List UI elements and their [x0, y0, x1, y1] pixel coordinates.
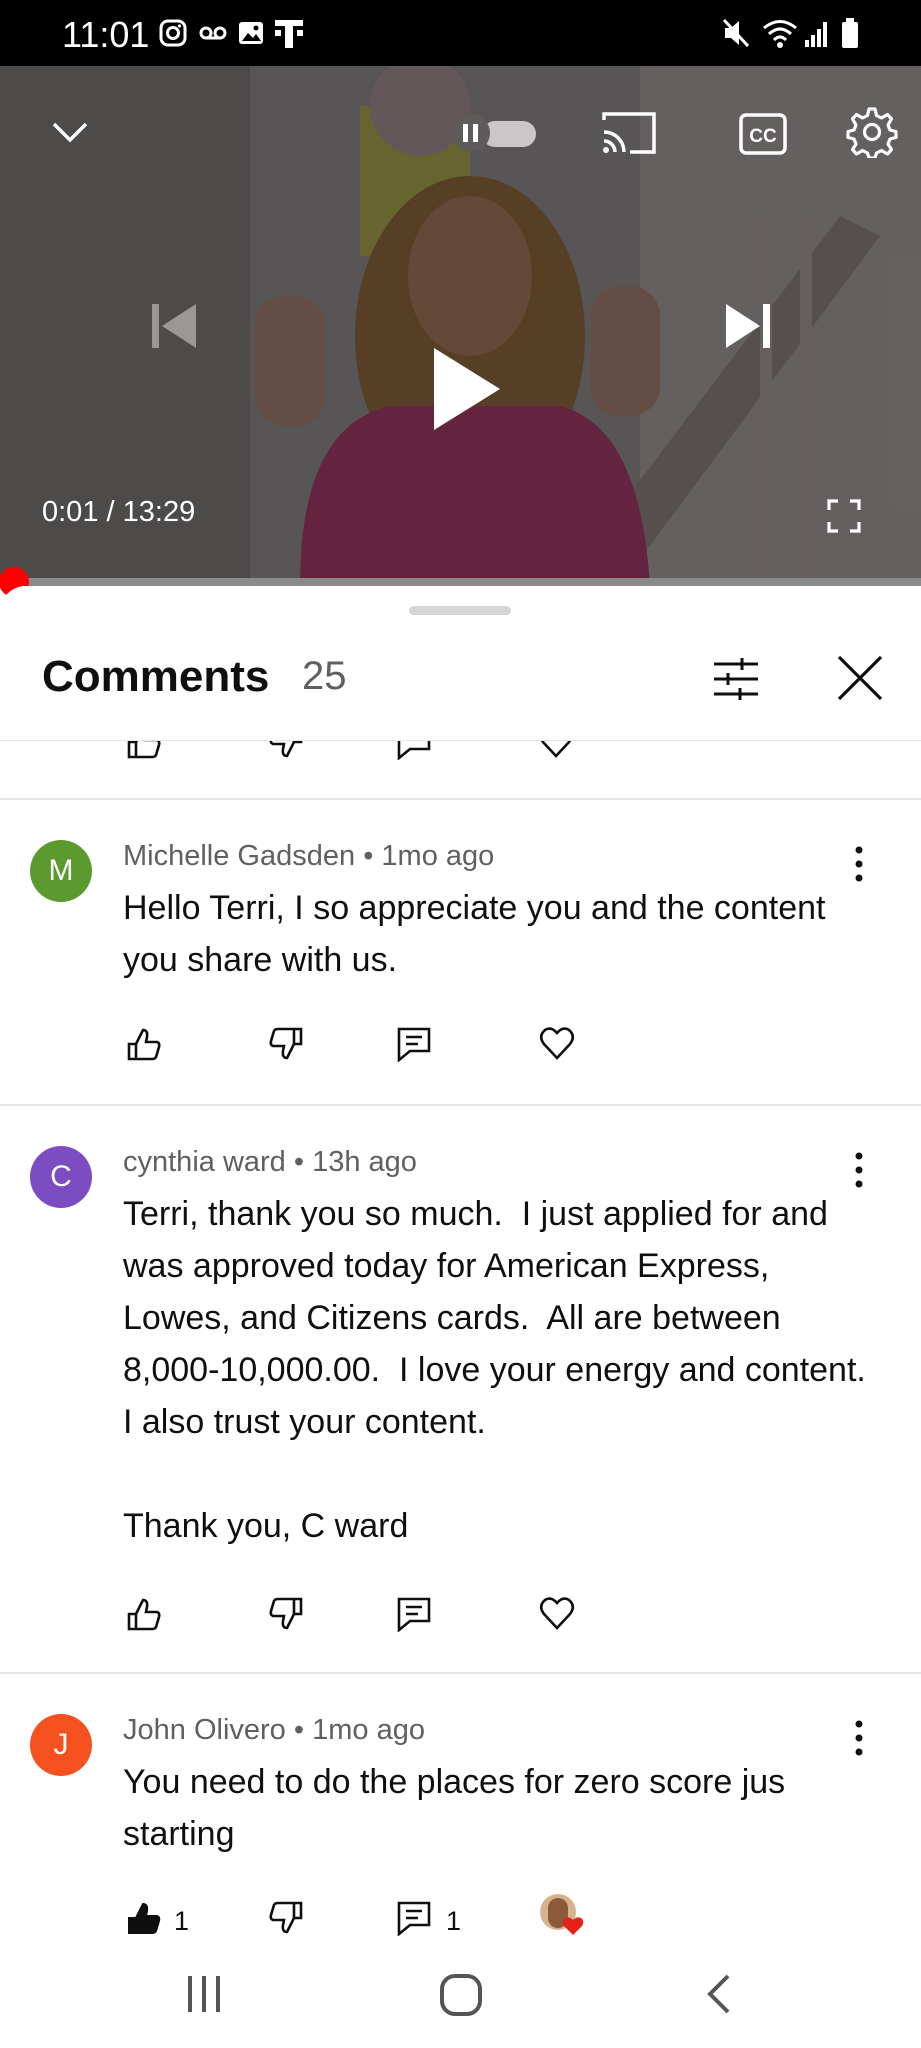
previous-icon[interactable] [148, 300, 200, 352]
system-nav-bar [0, 1962, 921, 2048]
like-count: 1 [174, 1906, 190, 1936]
comment-meta: Michelle Gadsden • 1mo ago [123, 840, 494, 873]
duration: 13:29 [122, 496, 196, 528]
pause-icon [463, 124, 478, 142]
comment-age: 1mo ago [381, 840, 495, 872]
comment-meta: cynthia ward • 13h ago [123, 1146, 417, 1179]
comment-author[interactable]: Michelle Gadsden [123, 840, 355, 872]
captions-icon[interactable]: CC [738, 112, 788, 156]
comment-text: Hello Terri, I so appreciate you and the… [123, 889, 835, 979]
like-icon[interactable] [126, 1026, 162, 1062]
comments-header: Comments 25 [0, 586, 921, 741]
video-player[interactable]: CC 0:01 / 13:29 [0, 66, 921, 586]
comment-text: Terri, thank you so much. I just applied… [123, 1195, 866, 1545]
meta-separator: • [285, 1146, 313, 1178]
back-icon[interactable] [700, 1972, 740, 2016]
battery-icon [842, 18, 858, 48]
previous-comment-actions [0, 725, 921, 798]
avatar[interactable]: M [30, 840, 92, 902]
fullscreen-icon[interactable] [826, 498, 862, 534]
wifi-icon [763, 20, 797, 48]
like-icon[interactable] [126, 1596, 162, 1632]
dislike-icon[interactable] [268, 1596, 304, 1632]
comments-count: 25 [302, 654, 347, 698]
instagram-icon [159, 19, 187, 47]
status-bar: 11:01 [0, 0, 921, 66]
play-icon[interactable] [430, 346, 504, 432]
minimize-chevron-icon[interactable] [48, 116, 92, 148]
heart-icon[interactable] [538, 1596, 576, 1632]
filter-sliders-icon[interactable] [712, 656, 760, 702]
comment-age: 13h ago [312, 1146, 417, 1178]
autoplay-toggle[interactable] [452, 114, 538, 152]
comment-author[interactable]: cynthia ward [123, 1146, 286, 1178]
heart-icon[interactable] [538, 1026, 576, 1062]
comment-item: C cynthia ward • 13h ago Terri, thank yo… [0, 1106, 921, 1672]
mute-icon [722, 18, 750, 48]
like-filled-icon[interactable] [126, 1900, 162, 1936]
comment-meta: John Olivero • 1mo ago [123, 1714, 425, 1747]
signal-icon [805, 22, 827, 47]
more-options-icon[interactable] [846, 1718, 872, 1758]
comment-text: You need to do the places for zero score… [123, 1763, 795, 1853]
avatar[interactable]: J [30, 1714, 92, 1776]
reply-icon[interactable] [396, 1596, 432, 1632]
comment-item: J John Olivero • 1mo ago You need to do … [0, 1674, 921, 1962]
comment-age: 1mo ago [312, 1714, 425, 1746]
next-icon[interactable] [722, 300, 774, 352]
more-options-icon[interactable] [846, 844, 872, 884]
time-separator: / [98, 496, 123, 528]
reply-icon[interactable] [396, 1026, 432, 1062]
dislike-icon[interactable] [268, 1900, 304, 1936]
current-time: 0:01 [42, 496, 99, 528]
comment-author[interactable]: John Olivero [123, 1714, 286, 1746]
dislike-icon[interactable] [268, 1026, 304, 1062]
close-icon[interactable] [836, 654, 884, 702]
voicemail-icon [199, 26, 227, 40]
drag-handle[interactable] [409, 606, 511, 615]
svg-text:CC: CC [749, 126, 777, 147]
meta-separator: • [355, 840, 382, 872]
creator-heart-icon [562, 1917, 584, 1935]
settings-gear-icon[interactable] [846, 106, 898, 158]
recent-apps-icon[interactable] [182, 1972, 226, 2016]
t-mobile-icon [275, 20, 303, 48]
video-time: 0:01 / 13:29 [42, 496, 195, 529]
meta-separator: • [285, 1714, 313, 1746]
home-icon[interactable] [438, 1972, 484, 2018]
progress-track[interactable] [0, 578, 921, 586]
comments-title: Comments [42, 652, 270, 701]
more-options-icon[interactable] [846, 1150, 872, 1190]
cast-icon[interactable] [600, 110, 658, 156]
comments-sheet: Comments 25 M Michelle Gadsden • 1mo ago… [0, 586, 921, 1962]
comment-item: M Michelle Gadsden • 1mo ago Hello Terri… [0, 800, 921, 1100]
reply-icon[interactable] [396, 1900, 432, 1936]
reply-count: 1 [446, 1906, 462, 1936]
gallery-icon [239, 22, 263, 44]
avatar[interactable]: C [30, 1146, 92, 1208]
status-time: 11:01 [62, 14, 150, 55]
